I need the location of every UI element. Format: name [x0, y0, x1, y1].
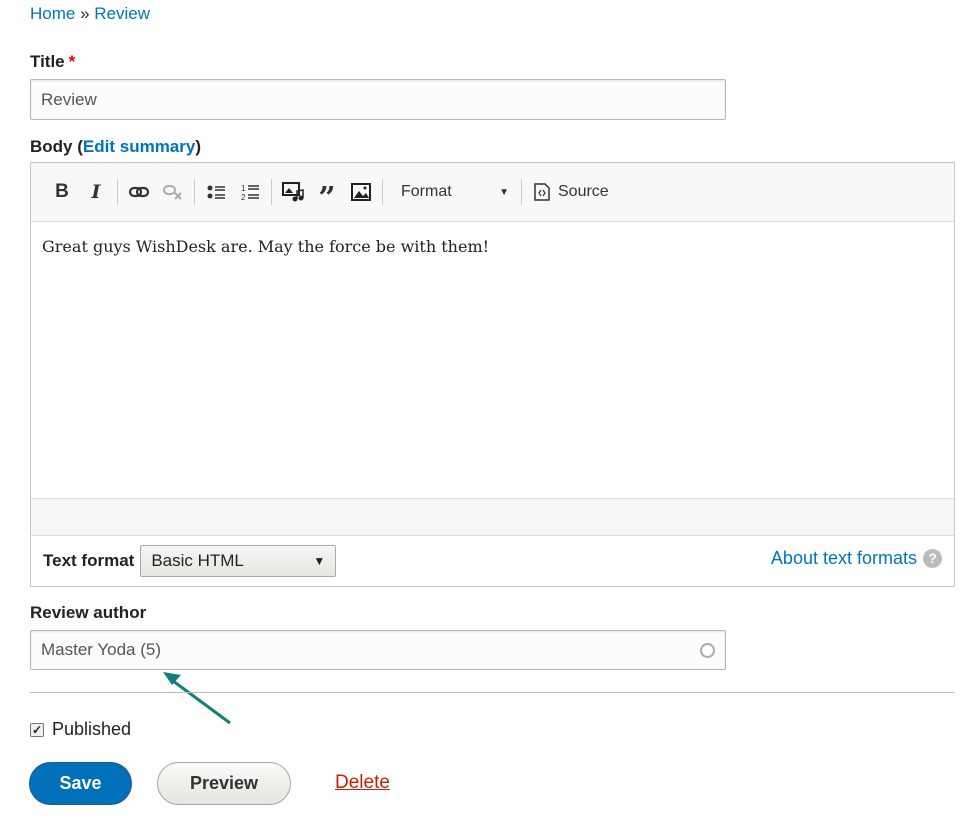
breadcrumb-current[interactable]: Review — [94, 4, 150, 23]
title-label: Title * — [30, 52, 75, 72]
title-label-text: Title — [30, 52, 65, 71]
title-input-value: Review — [41, 89, 97, 109]
review-author-label: Review author — [30, 603, 147, 622]
numbered-list-icon[interactable]: 12 — [233, 178, 267, 206]
media-embed-icon[interactable] — [276, 178, 310, 206]
caret-down-icon: ▼ — [313, 554, 326, 568]
caret-down-icon: ▼ — [499, 186, 509, 198]
edit-summary-link[interactable]: Edit summary — [83, 137, 195, 156]
source-button[interactable]: Source — [534, 183, 609, 201]
published-row: ✓ Published — [30, 719, 131, 740]
blockquote-icon[interactable]: ” — [310, 178, 344, 216]
toolbar-divider — [521, 179, 522, 205]
rich-text-editor: B I 12 ” Format ▼ Source Great guys Wish… — [30, 162, 955, 587]
about-text-formats: About text formats ? — [771, 548, 942, 569]
source-icon — [534, 183, 550, 201]
review-author-input[interactable]: Master Yoda (5) — [30, 630, 726, 670]
breadcrumb: Home » Review — [30, 4, 150, 24]
body-label-text: Body — [30, 137, 73, 156]
about-text-formats-link[interactable]: About text formats — [771, 548, 917, 569]
review-author-value: Master Yoda (5) — [41, 640, 162, 659]
svg-text:1: 1 — [241, 184, 246, 193]
published-checkbox[interactable]: ✓ — [30, 722, 44, 737]
italic-icon[interactable]: I — [79, 178, 113, 206]
link-icon[interactable] — [122, 178, 156, 206]
toolbar-divider — [117, 179, 118, 205]
delete-link[interactable]: Delete — [335, 772, 390, 794]
text-format-select[interactable]: Basic HTML ▼ — [140, 545, 337, 577]
editor-toolbar: B I 12 ” Format ▼ Source — [31, 163, 954, 222]
text-format-value: Basic HTML — [151, 551, 244, 570]
format-dropdown[interactable]: Format ▼ — [387, 183, 517, 201]
published-label: Published — [52, 719, 132, 739]
help-icon[interactable]: ? — [923, 548, 942, 568]
format-label: Format — [401, 183, 452, 200]
save-button[interactable]: Save — [29, 762, 132, 805]
editor-content[interactable]: Great guys WishDesk are. May the force b… — [31, 222, 954, 498]
body-label: Body (Edit summary) — [30, 137, 201, 157]
toolbar-divider — [382, 179, 383, 205]
autocomplete-throbber-icon — [700, 642, 715, 658]
text-format-row: Text format Basic HTML ▼ About text form… — [31, 536, 954, 586]
breadcrumb-separator: » — [80, 4, 90, 23]
preview-button[interactable]: Preview — [157, 762, 291, 805]
unlink-icon[interactable] — [156, 178, 190, 206]
toolbar-divider — [271, 179, 272, 205]
editor-status-bar — [31, 498, 954, 536]
text-format-label: Text format — [43, 551, 135, 570]
image-icon[interactable] — [344, 178, 378, 206]
toolbar-divider — [194, 179, 195, 205]
bulleted-list-icon[interactable] — [199, 178, 233, 206]
title-input[interactable]: Review — [30, 79, 726, 120]
breadcrumb-home[interactable]: Home — [30, 4, 75, 23]
paren: ) — [195, 137, 202, 156]
required-mark: * — [68, 52, 76, 71]
bold-icon[interactable]: B — [45, 178, 79, 206]
source-label: Source — [558, 183, 609, 200]
divider — [30, 692, 955, 693]
annotation-arrow-icon — [163, 672, 231, 725]
svg-text:2: 2 — [241, 193, 246, 201]
